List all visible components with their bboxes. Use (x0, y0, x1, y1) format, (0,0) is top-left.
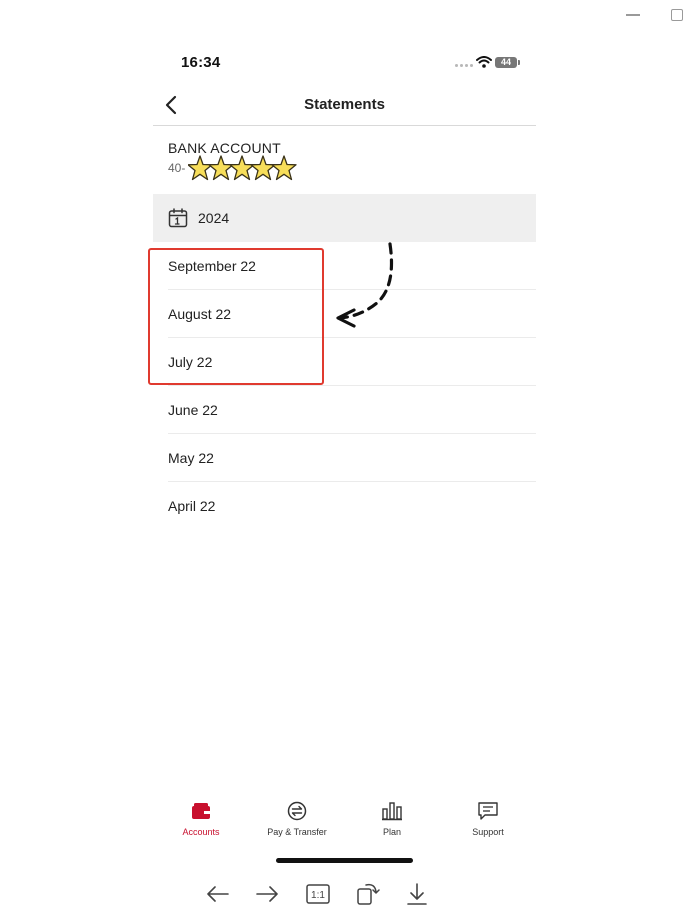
tab-label: Accounts (182, 827, 220, 837)
home-indicator (276, 858, 413, 863)
tab-accounts[interactable]: Accounts (153, 795, 249, 845)
statement-label: April 22 (168, 498, 216, 514)
wallet-icon (192, 803, 210, 819)
wifi-icon (476, 56, 492, 68)
highlight-box (148, 248, 324, 385)
rotate-icon[interactable] (354, 880, 382, 908)
tab-bar: Accounts Pay & Transfer Plan Support (153, 795, 536, 845)
status-time: 16:34 (181, 54, 221, 71)
bar-chart-icon (382, 802, 402, 821)
chat-icon (478, 802, 498, 820)
year-label: 2024 (198, 210, 230, 226)
next-arrow-icon[interactable] (253, 880, 281, 908)
tab-label: Pay & Transfer (267, 827, 327, 837)
tab-label: Plan (382, 827, 401, 837)
calendar-icon (168, 208, 188, 228)
header-divider (153, 125, 536, 126)
back-chevron-icon[interactable] (160, 94, 182, 116)
tab-support[interactable]: Support (440, 795, 536, 845)
account-number: 40- (168, 161, 186, 175)
tab-pay-transfer[interactable]: Pay & Transfer (249, 795, 345, 845)
statement-row[interactable]: May 22 (153, 434, 536, 482)
actual-size-label: 1:1 (311, 890, 325, 901)
cellular-signal-icon (455, 64, 473, 68)
actual-size-button[interactable]: 1:1 (304, 880, 332, 908)
battery-icon: 44 (495, 57, 517, 68)
battery-level: 44 (500, 57, 511, 67)
minimize-icon[interactable] (626, 14, 640, 16)
tab-plan[interactable]: Plan (344, 795, 440, 845)
statement-row[interactable]: April 22 (153, 482, 536, 530)
redaction-stars-icon (188, 155, 297, 181)
download-icon[interactable] (403, 880, 431, 908)
transfer-icon (287, 801, 307, 821)
maximize-icon[interactable] (671, 9, 683, 21)
year-selector[interactable]: 2024 (153, 194, 536, 242)
statement-label: May 22 (168, 450, 214, 466)
battery-cap (518, 60, 520, 65)
statement-label: June 22 (168, 402, 218, 418)
statement-row[interactable]: June 22 (153, 386, 536, 434)
previous-arrow-icon[interactable] (204, 880, 232, 908)
page-title: Statements (304, 96, 385, 113)
tab-label: Support (472, 827, 504, 837)
dashed-arrow-icon (336, 242, 394, 328)
